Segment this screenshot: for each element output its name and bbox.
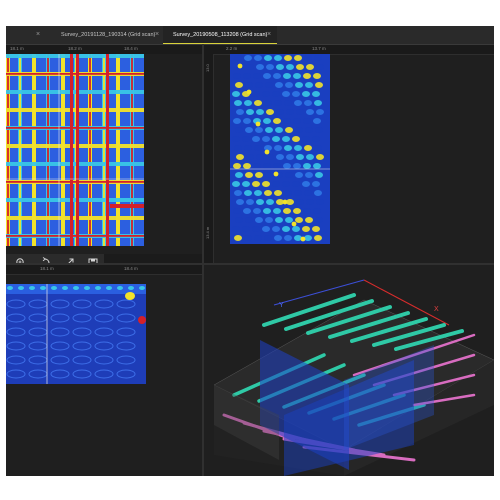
ruler-tick: 13.7 m	[312, 46, 326, 51]
plan-view-panel[interactable]: 18.1 m 18.2 m 18.4 m	[6, 45, 202, 254]
x-axis-label: X	[434, 306, 439, 313]
ruler-tick: 18.4 m	[124, 266, 138, 271]
tab-survey-20191128[interactable]: Survey_20191128_190314 (Grid scan) ×	[51, 26, 163, 44]
vertical-slice-panel[interactable]: 2.2 m 13.7 m 13.0 13.4 m	[204, 45, 494, 263]
tab-label: Survey_20190508_113208 (Grid scan)	[173, 32, 268, 38]
plan-view-heatmap	[6, 54, 202, 254]
ruler-tick: 18.4 m	[124, 46, 138, 51]
section-view-heatmap	[6, 284, 146, 384]
ruler-tick: 18.2 m	[68, 46, 82, 51]
tab-label: Survey_20191128_190314 (Grid scan)	[61, 32, 156, 38]
section-view-panel[interactable]: 18.1 m 18.4 m	[6, 265, 202, 476]
close-icon[interactable]: ×	[155, 26, 159, 44]
close-icon[interactable]: ×	[36, 26, 40, 44]
tab-previous[interactable]: ×	[6, 26, 51, 44]
y-axis-label: Y	[279, 302, 284, 309]
vertical-slice-heatmap	[230, 54, 330, 244]
tab-survey-20190508[interactable]: Survey_20190508_113208 (Grid scan) ×	[163, 26, 277, 44]
ruler-tick: 2.2 m	[226, 46, 238, 51]
close-icon[interactable]: ×	[267, 26, 271, 44]
app-window: × Survey_20191128_190314 (Grid scan) × S…	[6, 26, 494, 476]
ruler-tick: 18.1 m	[40, 266, 54, 271]
tab-bar: × Survey_20191128_190314 (Grid scan) × S…	[6, 26, 494, 45]
3d-view-panel[interactable]: Y X	[204, 265, 494, 476]
ruler-tick: 18.1 m	[10, 46, 24, 51]
3d-isosurface-view: Y X	[213, 279, 494, 476]
